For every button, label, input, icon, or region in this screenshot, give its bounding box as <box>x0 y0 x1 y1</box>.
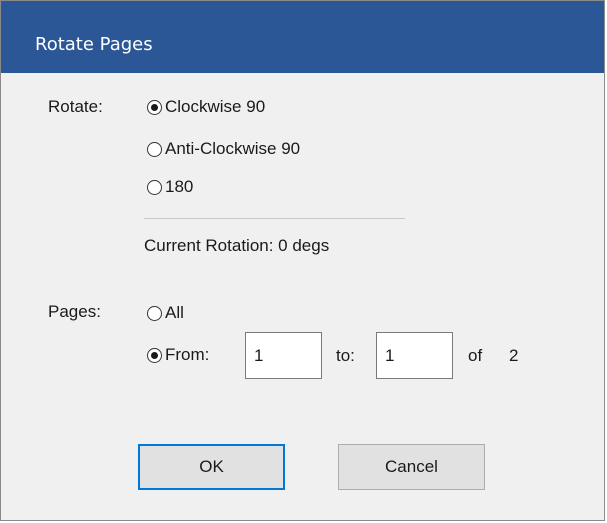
to-page-input[interactable]: 1 <box>376 332 453 379</box>
radio-indicator-icon[interactable] <box>147 305 162 321</box>
radio-label-from[interactable]: From: <box>165 345 209 365</box>
current-rotation-text: Current Rotation: 0 degs <box>144 236 330 255</box>
cancel-button[interactable]: Cancel <box>338 444 485 490</box>
radio-label-180[interactable]: 180 <box>165 177 193 197</box>
from-page-input[interactable]: 1 <box>245 332 322 379</box>
radio-label-clockwise-90[interactable]: Clockwise 90 <box>165 97 265 117</box>
of-label: of <box>468 346 483 365</box>
title-bar[interactable]: Rotate Pages <box>1 1 604 73</box>
radio-label-anti-clockwise-90[interactable]: Anti-Clockwise 90 <box>165 139 300 159</box>
radio-indicator-icon[interactable] <box>147 141 162 157</box>
pages-label: Pages: <box>48 302 101 321</box>
radio-anti-clockwise-90[interactable]: Anti-Clockwise 90 <box>147 138 300 160</box>
radio-indicator-icon[interactable] <box>147 179 162 195</box>
radio-180[interactable]: 180 <box>147 176 193 198</box>
radio-all-pages[interactable]: All <box>147 302 184 324</box>
radio-clockwise-90[interactable]: Clockwise 90 <box>147 96 265 118</box>
radio-label-all[interactable]: All <box>165 303 184 323</box>
rotate-label: Rotate: <box>48 97 103 116</box>
rotate-pages-dialog: Rotate Pages Rotate: Clockwise 90 Anti-C… <box>0 0 605 521</box>
to-label: to: <box>336 346 355 365</box>
radio-from-pages[interactable]: From: <box>147 344 209 366</box>
dialog-title: Rotate Pages <box>35 34 153 55</box>
radio-indicator-checked-icon[interactable] <box>147 99 162 115</box>
divider <box>144 218 405 219</box>
radio-indicator-checked-icon[interactable] <box>147 347 162 363</box>
total-pages-value: 2 <box>509 346 519 365</box>
ok-button[interactable]: OK <box>138 444 285 490</box>
